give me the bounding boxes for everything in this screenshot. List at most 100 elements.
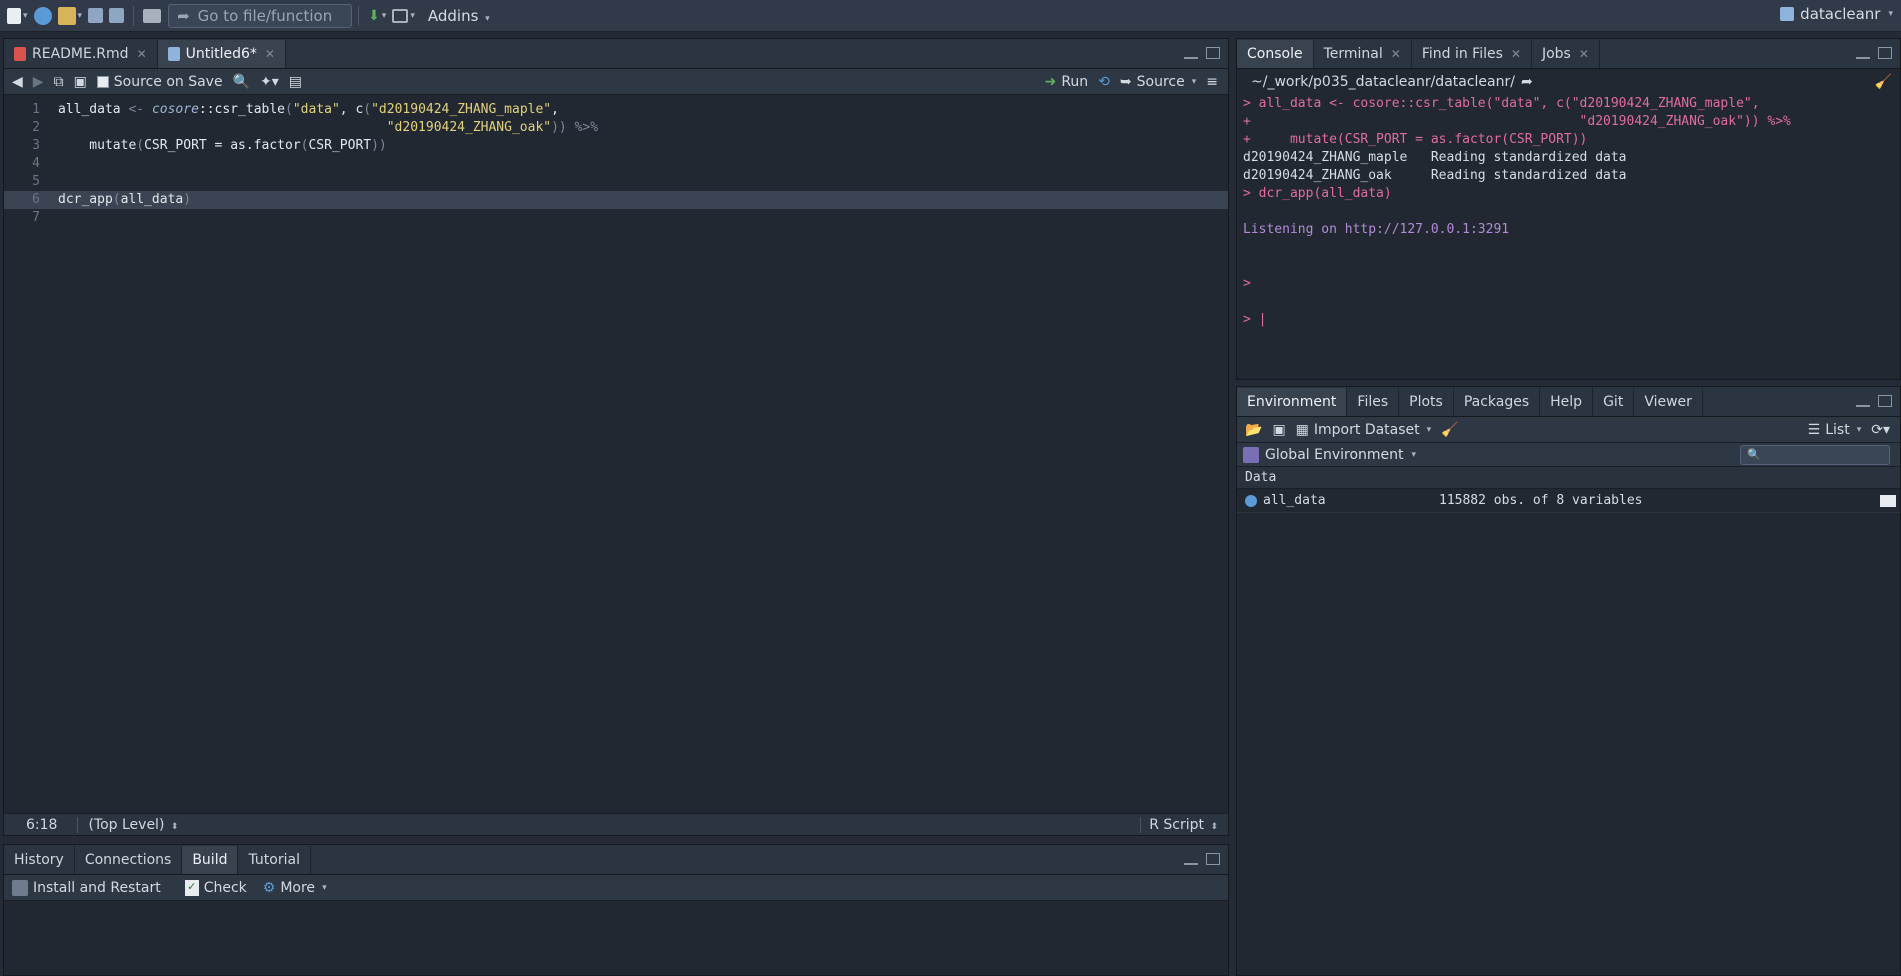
code-token: ( bbox=[363, 102, 372, 117]
data-section-header: Data bbox=[1237, 467, 1900, 489]
code-token: , c bbox=[339, 102, 364, 117]
run-button[interactable]: ➜ Run bbox=[1045, 74, 1089, 90]
install-restart-button[interactable]: Install and Restart bbox=[12, 879, 161, 896]
code-line[interactable]: 2 "d20190424_ZHANG_oak")) %>% bbox=[4, 119, 1228, 137]
tab-find-in-files[interactable]: Find in Files ✕ bbox=[1411, 40, 1532, 68]
source-button[interactable]: ➥ Source ▾ bbox=[1120, 74, 1196, 90]
tab-environment[interactable]: Environment bbox=[1237, 388, 1348, 416]
vcs-icon[interactable]: ⬇ ▾ bbox=[365, 4, 389, 28]
close-icon[interactable]: ✕ bbox=[1579, 47, 1589, 61]
tab-viewer[interactable]: Viewer bbox=[1634, 388, 1703, 416]
go-to-file-input[interactable]: ➦ Go to file/function bbox=[168, 3, 353, 28]
minimize-icon[interactable] bbox=[1184, 861, 1198, 865]
minimize-icon[interactable] bbox=[1856, 55, 1870, 59]
go-to-directory-icon[interactable]: ➦ bbox=[1521, 74, 1533, 90]
code-line[interactable]: 7 bbox=[4, 209, 1228, 227]
refresh-icon[interactable]: ⟳▾ bbox=[1871, 422, 1890, 438]
hammer-icon bbox=[12, 879, 28, 896]
tab-plots[interactable]: Plots bbox=[1399, 388, 1454, 416]
minimize-icon[interactable] bbox=[1856, 403, 1870, 407]
save-icon[interactable]: ▣ bbox=[74, 74, 87, 90]
close-icon[interactable]: ✕ bbox=[1511, 47, 1521, 61]
source-on-save-checkbox[interactable]: Source on Save bbox=[96, 74, 223, 90]
code-token: "d20190424_ZHANG_oak" bbox=[386, 120, 552, 135]
install-label: Install and Restart bbox=[33, 879, 161, 896]
code-token: CSR_PORT = as.factor bbox=[144, 138, 301, 153]
save-icon[interactable] bbox=[85, 4, 106, 28]
tab-files[interactable]: Files bbox=[1347, 388, 1400, 416]
scope-selector[interactable]: (Top Level) ⬍ bbox=[88, 817, 178, 833]
code-token: )) bbox=[371, 138, 387, 153]
project-menu[interactable]: datacleanr ▾ bbox=[1780, 5, 1893, 23]
tab-readme[interactable]: README.Rmd ✕ bbox=[4, 40, 158, 68]
load-workspace-icon[interactable]: 📂 bbox=[1245, 422, 1262, 438]
tab-help[interactable]: Help bbox=[1540, 388, 1594, 416]
code-line[interactable]: 6 dcr_app(all_data) bbox=[4, 191, 1228, 209]
wand-icon[interactable]: ✦▾ bbox=[260, 74, 279, 90]
grid-layout-icon[interactable]: ▾ bbox=[389, 4, 418, 28]
maximize-icon[interactable] bbox=[1206, 853, 1220, 865]
check-button[interactable]: ✓ Check bbox=[184, 879, 247, 896]
tab-tutorial[interactable]: Tutorial bbox=[238, 846, 311, 874]
console-output[interactable]: > all_data <- cosore::csr_table("data", … bbox=[1237, 95, 1900, 379]
save-icon[interactable]: ▣ bbox=[1272, 422, 1285, 438]
close-icon[interactable]: ✕ bbox=[137, 47, 147, 61]
tab-build[interactable]: Build bbox=[182, 846, 239, 874]
code-line[interactable]: 3 mutate(CSR_PORT = as.factor(CSR_PORT)) bbox=[4, 137, 1228, 155]
print-icon[interactable] bbox=[140, 4, 164, 28]
show-in-window-icon[interactable]: ⧉ bbox=[54, 74, 64, 90]
tab-history[interactable]: History bbox=[4, 846, 75, 874]
code-line[interactable]: 1 all_data <- cosore::csr_table("data", c… bbox=[4, 101, 1228, 119]
tab-label: Connections bbox=[84, 852, 172, 868]
view-data-icon[interactable] bbox=[1880, 494, 1896, 507]
code-editor[interactable]: 1 all_data <- cosore::csr_table("data", c… bbox=[4, 97, 1228, 813]
rerun-icon[interactable]: ⟲ bbox=[1098, 74, 1110, 90]
tab-console[interactable]: Console bbox=[1237, 40, 1314, 68]
forward-arrow-icon[interactable]: ▶ bbox=[33, 74, 44, 90]
search-icon[interactable]: 🔍 bbox=[233, 74, 250, 90]
code-token: "d20190424_ZHANG_maple" bbox=[371, 102, 552, 117]
search-icon: 🔍 bbox=[1747, 447, 1761, 461]
maximize-icon[interactable] bbox=[1206, 47, 1220, 59]
tab-packages[interactable]: Packages bbox=[1453, 388, 1541, 416]
code-token: all_data bbox=[58, 102, 129, 117]
source-toolbar: ◀ ▶ ⧉ ▣ Source on Save 🔍 ✦▾ ▤ ➜ Run ⟲ ➥ So… bbox=[4, 69, 1228, 95]
environment-row[interactable]: all_data 115882 obs. of 8 variables bbox=[1237, 489, 1900, 513]
console-line: > bbox=[1243, 276, 1251, 291]
line-number: 4 bbox=[32, 156, 40, 171]
environment-search-input[interactable]: 🔍 bbox=[1740, 444, 1890, 465]
code-line[interactable]: 4 bbox=[4, 155, 1228, 173]
clear-environment-icon[interactable]: 🧹 bbox=[1441, 422, 1458, 438]
addins-menu[interactable]: Addins ▾ bbox=[428, 7, 490, 25]
close-icon[interactable]: ✕ bbox=[265, 47, 275, 61]
compile-report-icon[interactable]: ▤ bbox=[289, 74, 302, 90]
code-line[interactable]: 5 bbox=[4, 173, 1228, 191]
minimize-icon[interactable] bbox=[1184, 55, 1198, 59]
tab-git[interactable]: Git bbox=[1593, 388, 1635, 416]
tab-untitled6[interactable]: Untitled6* ✕ bbox=[157, 40, 286, 68]
console-line: > | bbox=[1243, 312, 1267, 327]
tab-connections[interactable]: Connections bbox=[74, 846, 183, 874]
save-all-icon[interactable] bbox=[106, 4, 127, 28]
line-number: 5 bbox=[32, 174, 40, 189]
tab-terminal[interactable]: Terminal ✕ bbox=[1313, 40, 1412, 68]
maximize-icon[interactable] bbox=[1878, 395, 1892, 407]
view-mode-button[interactable]: ☰ List ▾ bbox=[1808, 422, 1862, 438]
maximize-icon[interactable] bbox=[1878, 47, 1892, 59]
outline-icon[interactable]: ≡ bbox=[1206, 74, 1218, 90]
more-menu[interactable]: ⚙ More ▾ bbox=[263, 880, 327, 896]
import-dataset-button[interactable]: ▦ Import Dataset ▾ bbox=[1296, 422, 1432, 438]
variable-name: all_data bbox=[1263, 493, 1326, 508]
file-type-selector[interactable]: R Script ⬍ bbox=[1140, 816, 1218, 833]
new-project-icon[interactable] bbox=[31, 4, 55, 28]
environment-selector[interactable]: Global Environment ▾ bbox=[1243, 446, 1416, 463]
tab-jobs[interactable]: Jobs ✕ bbox=[1531, 40, 1600, 68]
open-file-icon[interactable]: ▾ bbox=[55, 4, 86, 28]
back-arrow-icon[interactable]: ◀ bbox=[12, 74, 23, 90]
close-icon[interactable]: ✕ bbox=[1391, 47, 1401, 61]
expand-icon[interactable] bbox=[1245, 494, 1257, 507]
clear-console-icon[interactable]: 🧹 bbox=[1875, 74, 1892, 90]
new-file-icon[interactable]: ▾ bbox=[4, 4, 31, 28]
